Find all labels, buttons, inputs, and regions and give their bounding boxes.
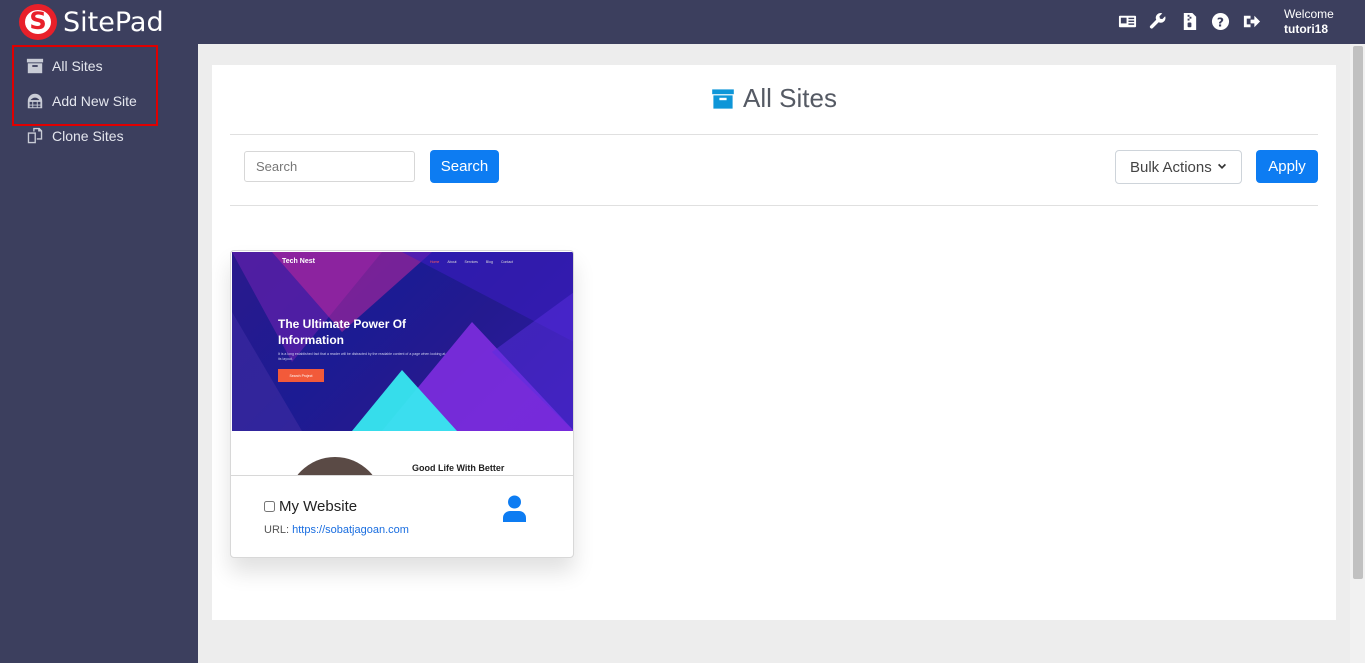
all-sites-panel: All Sites Search Bulk Actions Apply Tech… xyxy=(212,65,1336,620)
clone-icon xyxy=(27,127,43,144)
file-archive-icon[interactable] xyxy=(1179,11,1199,31)
preview-brand: Tech Nest xyxy=(282,258,315,265)
divider xyxy=(230,205,1318,206)
svg-text:?: ? xyxy=(1216,15,1223,29)
top-icons: ? xyxy=(1117,11,1261,31)
archive-icon xyxy=(26,58,44,74)
sidebar-item-all-sites[interactable]: All Sites xyxy=(26,56,103,76)
preview-nav: Home About Services Blog Contact xyxy=(430,260,513,264)
sidebar-item-add-new-site[interactable]: Add New Site xyxy=(26,91,137,111)
divider xyxy=(230,134,1318,135)
site-url-label: URL: xyxy=(264,524,290,536)
search-input[interactable] xyxy=(244,151,415,182)
username[interactable]: tutori18 xyxy=(1284,22,1334,37)
top-bar: S SitePad ? Welcome tutori18 xyxy=(0,0,1365,44)
preview-section: Good Life With Better xyxy=(232,431,573,476)
sitepad-logo[interactable]: S SitePad xyxy=(19,4,164,40)
site-url-link[interactable]: https://sobatjagoan.com xyxy=(292,524,409,536)
globe-grid-icon xyxy=(27,93,43,109)
user-icon[interactable] xyxy=(502,495,527,522)
welcome-text: Welcome tutori18 xyxy=(1284,7,1334,37)
sidebar-item-label: Add New Site xyxy=(52,93,137,109)
sidebar-item-label: All Sites xyxy=(52,58,103,74)
preview-nav-item: Home xyxy=(430,260,440,264)
welcome-label: Welcome xyxy=(1284,7,1334,21)
preview-section-heading: Good Life With Better xyxy=(412,463,505,473)
sitepad-logo-icon: S xyxy=(19,4,57,40)
bulk-actions-select[interactable]: Bulk Actions xyxy=(1115,150,1242,184)
site-card[interactable]: Tech Nest Home About Services Blog Conta… xyxy=(230,250,574,558)
site-name: My Website xyxy=(279,498,358,515)
sidebar-item-clone-sites[interactable]: Clone Sites xyxy=(26,126,124,146)
site-select-checkbox[interactable] xyxy=(264,501,275,512)
preview-nav-item: Contact xyxy=(500,260,513,264)
logout-icon[interactable] xyxy=(1241,11,1261,31)
wrench-icon[interactable] xyxy=(1148,11,1168,31)
sidebar: All Sites Add New Site Clone Sites xyxy=(0,44,198,663)
site-name-row: My Website xyxy=(264,498,357,515)
search-button[interactable]: Search xyxy=(430,150,499,183)
preview-button: Search Project xyxy=(278,369,324,382)
page-title: All Sites xyxy=(212,83,1336,114)
sidebar-item-label: Clone Sites xyxy=(52,128,124,144)
preview-nav-item: Blog xyxy=(485,260,493,264)
site-url-row: URL: https://sobatjagoan.com xyxy=(264,524,409,536)
preview-hero: Tech Nest Home About Services Blog Conta… xyxy=(232,252,573,431)
preview-nav-item: Services xyxy=(464,260,478,264)
preview-body: It is a long established fact that a rea… xyxy=(278,352,446,361)
page-title-text: All Sites xyxy=(743,83,837,113)
site-preview-thumbnail[interactable]: Tech Nest Home About Services Blog Conta… xyxy=(232,252,573,476)
divider xyxy=(231,475,573,476)
bulk-actions-selected: Bulk Actions xyxy=(1130,158,1212,176)
chevron-down-icon xyxy=(1218,163,1226,169)
preview-image-circle xyxy=(287,457,383,476)
help-icon[interactable]: ? xyxy=(1210,11,1230,31)
vertical-scrollbar[interactable] xyxy=(1350,44,1365,663)
preview-nav-item: About xyxy=(447,260,457,264)
apply-button[interactable]: Apply xyxy=(1256,150,1318,183)
preview-headline: The Ultimate Power Of Information xyxy=(278,317,407,347)
scrollbar-thumb[interactable] xyxy=(1353,46,1363,579)
brand-name: SitePad xyxy=(63,6,164,38)
dashboard-icon[interactable] xyxy=(1117,11,1137,31)
archive-icon xyxy=(712,88,734,109)
